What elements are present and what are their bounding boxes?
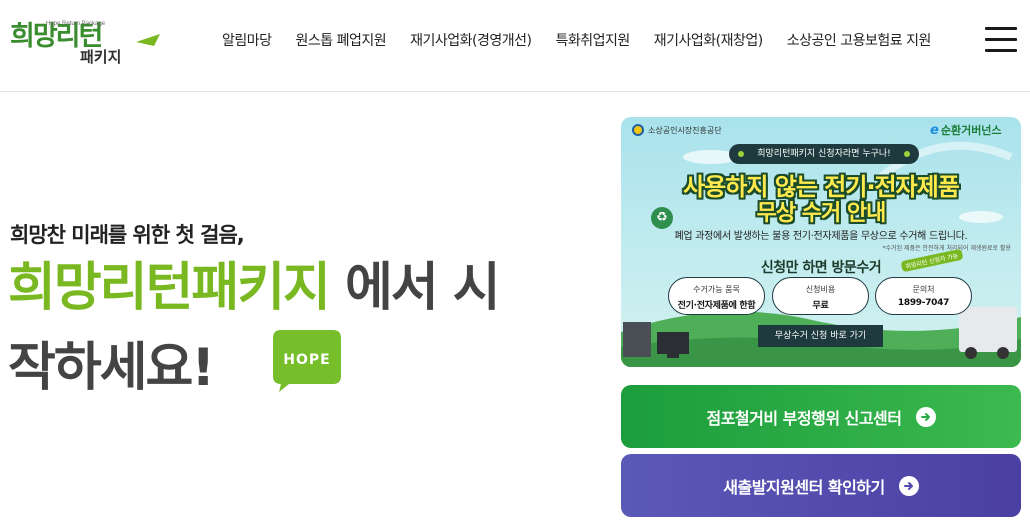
banner-info-contact: 문의처 1899-7047 xyxy=(875,277,972,315)
report-center-button[interactable]: 점포철거비 부정행위 신고센터 xyxy=(621,385,1021,448)
hope-badge-icon: HOPE xyxy=(271,330,341,392)
info-label: 수거가능 품목 xyxy=(693,285,740,294)
brand-logo-icon: e xyxy=(930,122,939,138)
hero-headline-rest: 에서 시 xyxy=(328,258,501,318)
banner-monitor-icon xyxy=(657,332,689,354)
banner-brand-name: 순환거버넌스 xyxy=(940,124,1002,137)
hamburger-menu-icon[interactable] xyxy=(985,27,1017,53)
arrow-right-icon xyxy=(898,475,919,496)
banner-brand: e 순환거버넌스 xyxy=(930,122,1002,138)
banner-callout: 신청만 하면 방문수거 xyxy=(760,260,882,276)
nav-item-notice[interactable]: 알림마당 xyxy=(222,31,272,51)
banner-info-cost: 신청비용 무료 xyxy=(772,277,869,315)
hero-subtitle: 희망찬 미래를 위한 첫 걸음, xyxy=(10,223,245,247)
banner-eligibility-pill: 희망리턴패키지 신청자라면 누구나! xyxy=(729,144,919,164)
nav-item-closure-support[interactable]: 원스톱 폐업지원 xyxy=(296,31,387,51)
nav-item-insurance-support[interactable]: 소상공인 고용보험료 지원 xyxy=(787,31,932,51)
main-nav: 알림마당 원스톱 폐업지원 재기사업화(경영개선) 특화취업지원 재기사업화(재… xyxy=(222,31,955,51)
nav-item-employment-support[interactable]: 특화취업지원 xyxy=(556,31,631,51)
logo-arrow-icon xyxy=(136,34,160,46)
banner-title-line2: 무상 수거 안내 xyxy=(756,201,887,226)
site-header: 희망리턴 Hope Return Package 패키지 알림마당 원스톱 폐업… xyxy=(0,0,1030,92)
banner-apply-button[interactable]: 무상수거 신청 바로 가기 xyxy=(758,325,883,347)
arrow-right-icon xyxy=(915,406,936,427)
banner-info-items: 수거가능 품목 전기·전자제품에 한함 xyxy=(668,277,765,315)
report-center-label: 점포철거비 부정행위 신고센터 xyxy=(706,408,902,428)
banner-description: 폐업 과정에서 발생하는 불용 전기·전자제품을 무상으로 수거해 드립니다. xyxy=(674,231,968,242)
info-label: 신청비용 xyxy=(805,285,836,294)
hope-badge-text: HOPE xyxy=(283,352,330,368)
nav-item-restart-business[interactable]: 재기사업화(재창업) xyxy=(654,31,763,51)
new-start-center-button[interactable]: 새출발지원센터 확인하기 xyxy=(621,454,1021,517)
info-value: 1899-7047 xyxy=(897,298,950,308)
site-logo[interactable]: 희망리턴 Hope Return Package 패키지 xyxy=(8,12,168,72)
hero-highlight: 희망리턴패키지 xyxy=(8,258,331,318)
banner-footnote: *수거된 제품은 안전하게 처리되어 재생원료로 활용 xyxy=(882,245,1011,252)
logo-sub-text: 패키지 xyxy=(80,48,121,66)
hero-headline: 희망리턴패키지 에서 시 xyxy=(8,252,501,324)
info-value: 전기·전자제품에 한함 xyxy=(677,301,756,311)
info-value: 무료 xyxy=(812,301,829,311)
banner-truck-icon xyxy=(959,307,1017,352)
logo-graphic: 희망리턴 Hope Return Package 패키지 xyxy=(10,21,160,66)
nav-item-management-improvement[interactable]: 재기사업화(경영개선) xyxy=(410,31,532,51)
banner-org-name: 소상공인시장진흥공단 xyxy=(648,125,722,135)
recycle-icon: ♻ xyxy=(651,207,673,229)
banner-org: 소상공인시장진흥공단 xyxy=(632,124,722,136)
new-start-center-label: 새출발지원센터 확인하기 xyxy=(723,477,885,497)
free-collection-banner[interactable]: 소상공인시장진흥공단 e 순환거버넌스 희망리턴패키지 신청자라면 누구나! 사… xyxy=(621,117,1021,367)
info-label: 문의처 xyxy=(912,285,935,294)
org-logo-icon xyxy=(632,124,644,136)
hero-headline-line2: 작하세요! xyxy=(8,338,215,398)
banner-appliance-icon xyxy=(623,322,651,357)
logo-tagline: Hope Return Package xyxy=(46,21,106,27)
